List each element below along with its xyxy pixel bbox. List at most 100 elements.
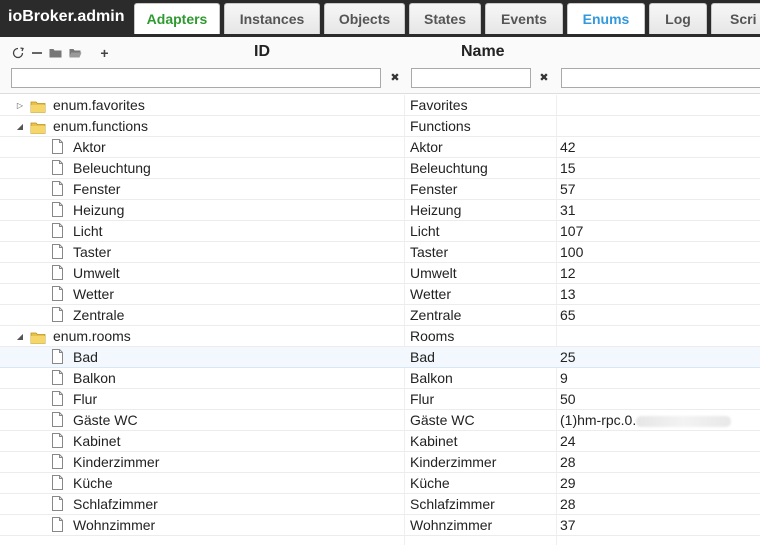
tree-item-name: Balkon: [410, 370, 453, 386]
member-count-text: 13: [560, 286, 576, 302]
tree-item-row[interactable]: Heizung Heizung 31: [0, 200, 760, 221]
tree-item-name: Wohnzimmer: [410, 517, 493, 533]
member-count-text: 9: [560, 370, 568, 386]
file-icon: [52, 496, 63, 511]
tab-enums[interactable]: Enums: [567, 3, 645, 34]
tree-item-id: Küche: [73, 475, 113, 491]
folder-icon: [30, 329, 46, 344]
tree-item-row[interactable]: Zentrale Zentrale 65: [0, 305, 760, 326]
collapsed-arrow-icon[interactable]: ▷: [15, 95, 25, 116]
tree-item-row[interactable]: Gäste WC Gäste WC (1)hm-rpc.0.: [0, 410, 760, 431]
tree-item-row[interactable]: Taster Taster 100: [0, 242, 760, 263]
tree-item-row[interactable]: Wohnzimmer Wohnzimmer 37: [0, 515, 760, 536]
tree-item-row[interactable]: Umwelt Umwelt 12: [0, 263, 760, 284]
collapse-all-icon[interactable]: [29, 45, 44, 60]
tree-item-name: Kabinet: [410, 433, 458, 449]
member-count-text: 29: [560, 475, 576, 491]
file-icon: [52, 139, 63, 154]
tree-folder-row[interactable]: ▷ enum.favorites Favorites: [0, 95, 760, 116]
member-count-text: 12: [560, 265, 576, 281]
file-icon: [52, 517, 63, 532]
member-count-text: 15: [560, 160, 576, 176]
tree-item-member-count: 28: [560, 494, 576, 515]
tree-item-member-count: 12: [560, 263, 576, 284]
tree-item-id: Bad: [73, 349, 98, 365]
member-count-text: 28: [560, 496, 576, 512]
tree-item-name: Wetter: [410, 286, 451, 302]
folder-icon: [30, 98, 46, 113]
tab-scripts[interactable]: Scri: [711, 3, 760, 34]
tree-item-name: Flur: [410, 391, 435, 407]
tree-item-id: Kabinet: [73, 433, 121, 449]
file-icon: [52, 391, 63, 406]
member-count-text: 37: [560, 517, 576, 533]
tree-item-row[interactable]: Fenster Fenster 57: [0, 179, 760, 200]
extra-filter-input[interactable]: [561, 68, 760, 88]
tree-item-row[interactable]: Aktor Aktor 42: [0, 137, 760, 158]
tree-item-row[interactable]: Balkon Balkon 9: [0, 368, 760, 389]
tree-item-row[interactable]: Kabinet Kabinet 24: [0, 431, 760, 452]
member-count-text: 57: [560, 181, 576, 197]
tree-item-member-count: 42: [560, 137, 576, 158]
file-icon: [52, 349, 63, 364]
file-icon: [52, 160, 63, 175]
tree-item-name: Kinderzimmer: [410, 454, 497, 470]
refresh-icon[interactable]: [10, 45, 25, 60]
tab-adapters[interactable]: Adapters: [134, 3, 220, 34]
tree-item-id: Kinderzimmer: [73, 454, 160, 470]
tree-item-name: Schlafzimmer: [410, 496, 495, 512]
tree-item-id: enum.favorites: [53, 97, 145, 113]
member-count-text: 24: [560, 433, 576, 449]
tree-item-row[interactable]: Beleuchtung Beleuchtung 15: [0, 158, 760, 179]
tree-item-member-count: 25: [560, 347, 576, 368]
tab-objects[interactable]: Objects: [324, 3, 405, 34]
tree-item-id: Aktor: [73, 139, 106, 155]
tree-item-row[interactable]: Licht Licht 107: [0, 221, 760, 242]
tree-item-member-count: (1)hm-rpc.0.: [560, 410, 732, 431]
add-button[interactable]: +: [97, 45, 112, 61]
tree-item-id: Licht: [73, 223, 103, 239]
tree-folder-row[interactable]: ◢ enum.rooms Rooms: [0, 326, 760, 347]
tree-item-row[interactable]: Bad Bad 25: [0, 347, 760, 368]
tab-instances[interactable]: Instances: [224, 3, 320, 34]
tab-events[interactable]: Events: [485, 3, 563, 34]
tree-item-row[interactable]: Wetter Wetter 13: [0, 284, 760, 305]
folder-closed-icon[interactable]: [48, 45, 63, 60]
file-icon: [52, 244, 63, 259]
tree-item-row[interactable]: Kinderzimmer Kinderzimmer 28: [0, 452, 760, 473]
file-icon: [52, 454, 63, 469]
tree-item-name: Fenster: [410, 181, 458, 197]
expanded-arrow-icon[interactable]: ◢: [15, 116, 25, 137]
expanded-arrow-icon[interactable]: ◢: [15, 326, 25, 347]
folder-icon: [30, 119, 46, 134]
tree-item-name: Licht: [410, 223, 440, 239]
tree-item-id: Balkon: [73, 370, 116, 386]
tree-item-row[interactable]: Flur Flur 50: [0, 389, 760, 410]
folder-open-icon[interactable]: [68, 45, 83, 60]
tree-folder-row[interactable]: ◢ enum.functions Functions: [0, 116, 760, 137]
tree-item-row[interactable]: Schlafzimmer Schlafzimmer 28: [0, 494, 760, 515]
tree-item-name: Taster: [410, 244, 449, 260]
tree-item-member-count: 31: [560, 200, 576, 221]
tab-log[interactable]: Log: [649, 3, 707, 34]
clear-name-filter-icon[interactable]: ✖: [536, 70, 552, 86]
tree-item-id: enum.functions: [53, 118, 148, 134]
tree-item-name: Beleuchtung: [410, 160, 488, 176]
id-filter-input[interactable]: [11, 68, 381, 88]
member-count-text: 25: [560, 349, 576, 365]
tree-item-member-count: 15: [560, 158, 576, 179]
tree-item-name: Heizung: [410, 202, 462, 218]
tree-item-id: Gäste WC: [73, 412, 138, 428]
member-count-text: 65: [560, 307, 576, 323]
tree-item-id: Wohnzimmer: [73, 517, 156, 533]
name-filter-input[interactable]: [411, 68, 531, 88]
tab-bar: Adapters Instances Objects States Events…: [134, 3, 760, 37]
tree-item-id: Beleuchtung: [73, 160, 151, 176]
tree-item-row[interactable]: Küche Küche 29: [0, 473, 760, 494]
tab-states[interactable]: States: [409, 3, 481, 34]
tree-item-name: Functions: [410, 118, 471, 134]
column-name-title: Name: [461, 43, 505, 60]
member-count-text: 50: [560, 391, 576, 407]
file-icon: [52, 223, 63, 238]
clear-id-filter-icon[interactable]: ✖: [387, 70, 403, 86]
